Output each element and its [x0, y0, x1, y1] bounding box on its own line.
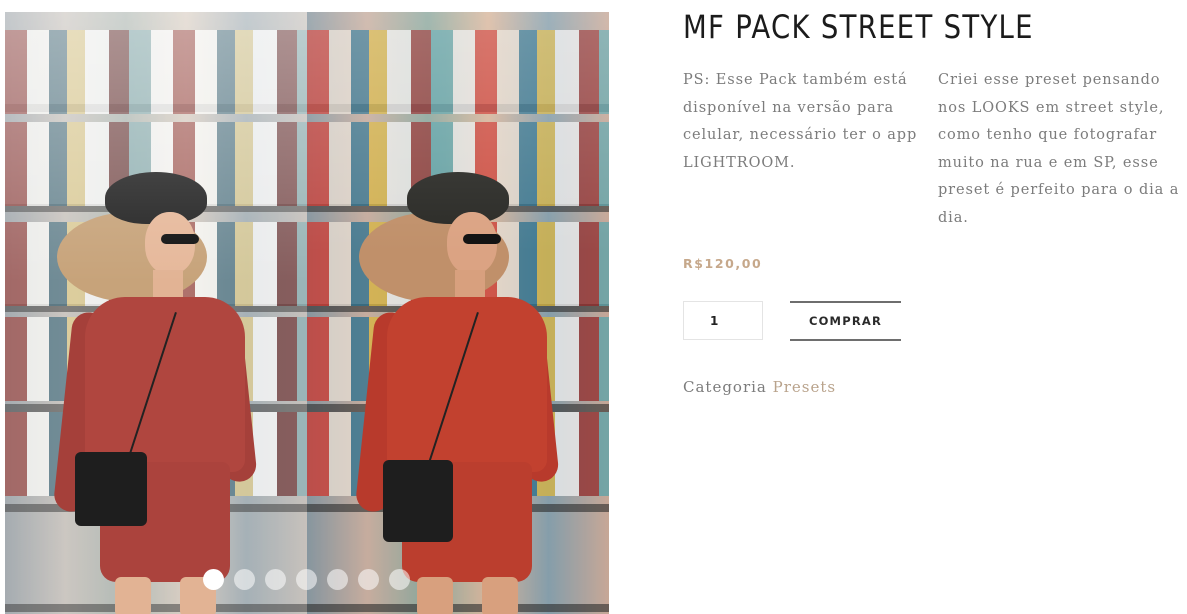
product-price: R$120,00	[683, 256, 763, 271]
product-description-note: PS: Esse Pack também está disponível na …	[683, 72, 918, 171]
product-category: Categoria Presets	[683, 378, 836, 396]
gallery-dot-7[interactable]	[389, 569, 410, 590]
gallery-dot-6[interactable]	[358, 569, 379, 590]
gallery-dot-3[interactable]	[265, 569, 286, 590]
gallery-dot-4[interactable]	[296, 569, 317, 590]
gallery-dot-5[interactable]	[327, 569, 348, 590]
product-photo-before	[5, 12, 307, 614]
product-photo-after	[307, 12, 609, 614]
product-description: Criei esse preset pensando nos LOOKS em …	[938, 72, 1180, 226]
category-label: Categoria	[683, 378, 767, 396]
gallery-dot-1[interactable]	[203, 569, 224, 590]
product-title: MF PACK STREET STYLE	[683, 8, 1034, 46]
gallery-dot-2[interactable]	[234, 569, 255, 590]
buy-button[interactable]: COMPRAR	[790, 301, 901, 341]
product-image-gallery[interactable]	[5, 12, 609, 614]
category-link-presets[interactable]: Presets	[773, 378, 836, 396]
gallery-dots	[203, 569, 410, 590]
product-page: MF PACK STREET STYLE PS: Esse Pack també…	[0, 0, 1187, 614]
quantity-input[interactable]	[683, 301, 763, 340]
